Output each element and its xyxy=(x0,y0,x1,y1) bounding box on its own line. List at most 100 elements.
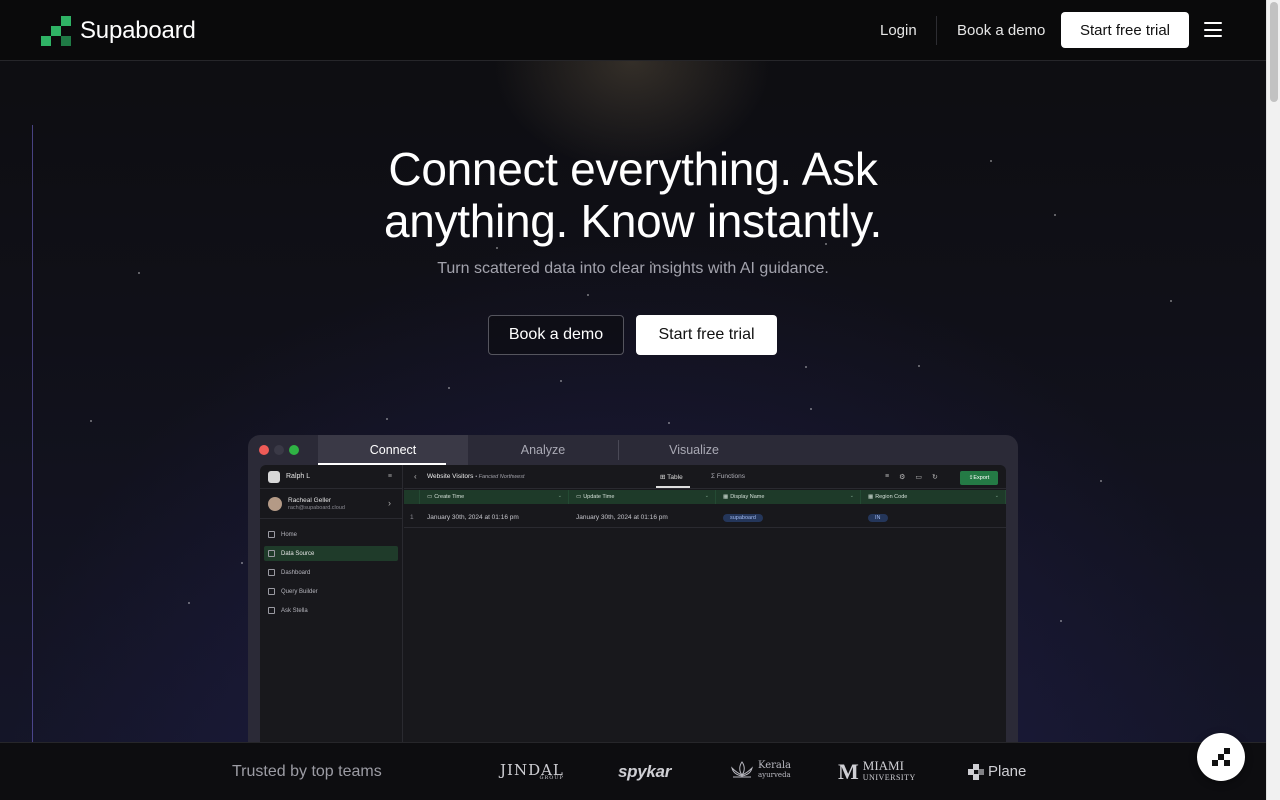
preview-tabs: Connect Analyze Visualize xyxy=(318,435,769,465)
sidebar-item-label: Ask Stella xyxy=(281,607,308,614)
chevron-down-icon: ⌄ xyxy=(994,493,999,499)
miami-line1: MIAMI xyxy=(862,758,904,773)
view-tab-table-label: Table xyxy=(667,474,683,481)
avatar xyxy=(268,496,282,511)
column-update-time[interactable]: ▭ Update Time ⌄ xyxy=(569,490,716,504)
column-header: Create Time xyxy=(434,494,465,500)
lotus-icon xyxy=(731,761,753,778)
column-create-time[interactable]: ▭ Create Time ⌄ xyxy=(420,490,569,504)
table-source: • Fancied Northwest xyxy=(475,474,525,480)
cell-update-time: January 30th, 2024 at 01:16 pm xyxy=(576,514,668,521)
tab-analyze[interactable]: Analyze xyxy=(468,435,618,465)
region-code-chip: IN xyxy=(868,513,888,522)
display-name-chip: supaboard xyxy=(723,513,763,522)
sidebar-item-label: Home xyxy=(281,531,298,538)
chat-icon xyxy=(268,607,275,614)
column-header: Update Time xyxy=(583,494,615,500)
chevron-down-icon: ⌄ xyxy=(557,493,562,499)
cell-region-code: IN xyxy=(861,507,1006,528)
spykar-wordmark: spykar xyxy=(618,762,672,781)
workspace-avatar xyxy=(268,470,280,483)
column-header: Region Code xyxy=(875,494,908,500)
export-button[interactable]: ⇪ Export xyxy=(960,471,998,485)
comment-icon[interactable]: ▭ xyxy=(915,473,922,481)
table-title: Website Visitors • Fancied Northwest xyxy=(427,473,525,480)
hero-start-trial-button[interactable]: Start free trial xyxy=(636,315,777,355)
chevron-down-icon: ⌄ xyxy=(704,493,709,499)
hamburger-icon[interactable] xyxy=(1204,22,1222,37)
workspace-switcher[interactable]: Ralph L ≡ xyxy=(260,465,402,489)
app-main: ‹ Website Visitors • Fancied Northwest ⊞… xyxy=(404,465,1006,755)
active-view-underline xyxy=(656,486,690,488)
chart-icon xyxy=(268,588,275,595)
chat-launcher-icon xyxy=(1224,748,1230,754)
gear-icon[interactable]: ⚙ xyxy=(899,473,905,481)
top-nav: Supaboard Login Book a demo Start free t… xyxy=(0,0,1266,61)
kerala-ayurveda-logo: Kerala ayurveda xyxy=(730,760,791,780)
view-tab-table[interactable]: ⊞ Table xyxy=(660,473,683,481)
jindal-logo: JINDAL GROUP xyxy=(500,761,564,781)
column-region-code[interactable]: ▦ Region Code ⌄ xyxy=(861,490,1006,504)
decorative-line xyxy=(32,125,33,742)
hero-title-line-1: Connect everything. Ask xyxy=(388,143,878,195)
plane-logo: Plane xyxy=(968,763,1026,780)
profile-name: Racheal Geller xyxy=(288,497,331,504)
sidebar-item-ask-stella[interactable]: Ask Stella xyxy=(264,603,398,618)
hero-book-demo-button[interactable]: Book a demo xyxy=(488,315,624,355)
back-icon[interactable]: ‹ xyxy=(414,472,417,481)
refresh-icon[interactable]: ↻ xyxy=(932,473,938,481)
sidebar-item-query-builder[interactable]: Query Builder xyxy=(264,584,398,599)
tab-visualize[interactable]: Visualize xyxy=(619,435,769,465)
tab-connect[interactable]: Connect xyxy=(318,435,468,465)
sidebar-item-dashboard[interactable]: Dashboard xyxy=(264,565,398,580)
book-demo-link[interactable]: Book a demo xyxy=(957,22,1045,39)
sidebar-item-home[interactable]: Home xyxy=(264,527,398,542)
window-controls xyxy=(259,445,299,455)
trusted-label: Trusted by top teams xyxy=(232,763,382,780)
supaboard-logo-icon xyxy=(41,16,71,46)
chat-launcher-button[interactable] xyxy=(1197,733,1245,781)
login-link[interactable]: Login xyxy=(880,22,917,39)
sidebar-item-label: Dashboard xyxy=(281,569,311,576)
miami-university-logo: M MIAMI UNIVERSITY xyxy=(838,758,916,783)
workspace-name: Ralph L xyxy=(286,473,311,480)
export-label: Export xyxy=(973,475,990,481)
sidebar-item-label: Data Source xyxy=(281,550,315,557)
page-scrollbar[interactable] xyxy=(1266,0,1280,800)
column-display-name[interactable]: ▦ Display Name ⌄ xyxy=(716,490,861,504)
profile-email: rach@supaboard.cloud xyxy=(288,505,345,511)
close-dot xyxy=(259,445,269,455)
plane-wordmark: Plane xyxy=(988,763,1027,780)
table-row[interactable]: 1 January 30th, 2024 at 01:16 pm January… xyxy=(404,507,1006,528)
toolbar-icons: ≡ ⚙ ▭ ↻ xyxy=(885,473,938,481)
sidebar-menu-icon[interactable]: ≡ xyxy=(388,473,392,480)
sidebar-item-label: Query Builder xyxy=(281,588,318,595)
home-icon xyxy=(268,531,275,538)
brand-logo[interactable]: Supaboard xyxy=(41,16,196,46)
view-tab-functions[interactable]: Σ Functions xyxy=(711,473,745,480)
kerala-line2: ayurveda xyxy=(758,770,791,779)
plane-icon xyxy=(968,763,984,780)
row-index: 1 xyxy=(410,514,414,521)
app-sidebar: Ralph L ≡ Racheal Geller rach@supaboard.… xyxy=(260,465,403,755)
nav-divider xyxy=(936,16,937,45)
hero-title-line-2: anything. Know instantly. xyxy=(384,195,882,247)
dashboard-icon xyxy=(268,569,275,576)
cell-display-name: supaboard xyxy=(716,507,861,528)
app-preview-window: Connect Analyze Visualize Ralph L ≡ Rach… xyxy=(248,435,1018,755)
filter-icon[interactable]: ≡ xyxy=(885,473,889,481)
start-trial-button[interactable]: Start free trial xyxy=(1061,12,1189,48)
chevron-down-icon: ⌄ xyxy=(849,493,854,499)
column-index xyxy=(404,490,420,504)
scrollbar-thumb[interactable] xyxy=(1270,2,1278,102)
view-tab-functions-label: Functions xyxy=(716,473,746,480)
table-header: ▭ Create Time ⌄ ▭ Update Time ⌄ ▦ Display … xyxy=(404,490,1006,504)
sidebar-item-data-source[interactable]: Data Source xyxy=(264,546,398,561)
user-profile[interactable]: Racheal Geller rach@supaboard.cloud › xyxy=(260,489,402,519)
column-header: Display Name xyxy=(730,494,765,500)
brand-name: Supaboard xyxy=(80,17,196,44)
table-toolbar: ‹ Website Visitors • Fancied Northwest ⊞… xyxy=(404,465,1006,489)
app-content: Ralph L ≡ Racheal Geller rach@supaboard.… xyxy=(260,465,1006,755)
maximize-dot xyxy=(289,445,299,455)
kerala-line1: Kerala xyxy=(758,759,792,771)
